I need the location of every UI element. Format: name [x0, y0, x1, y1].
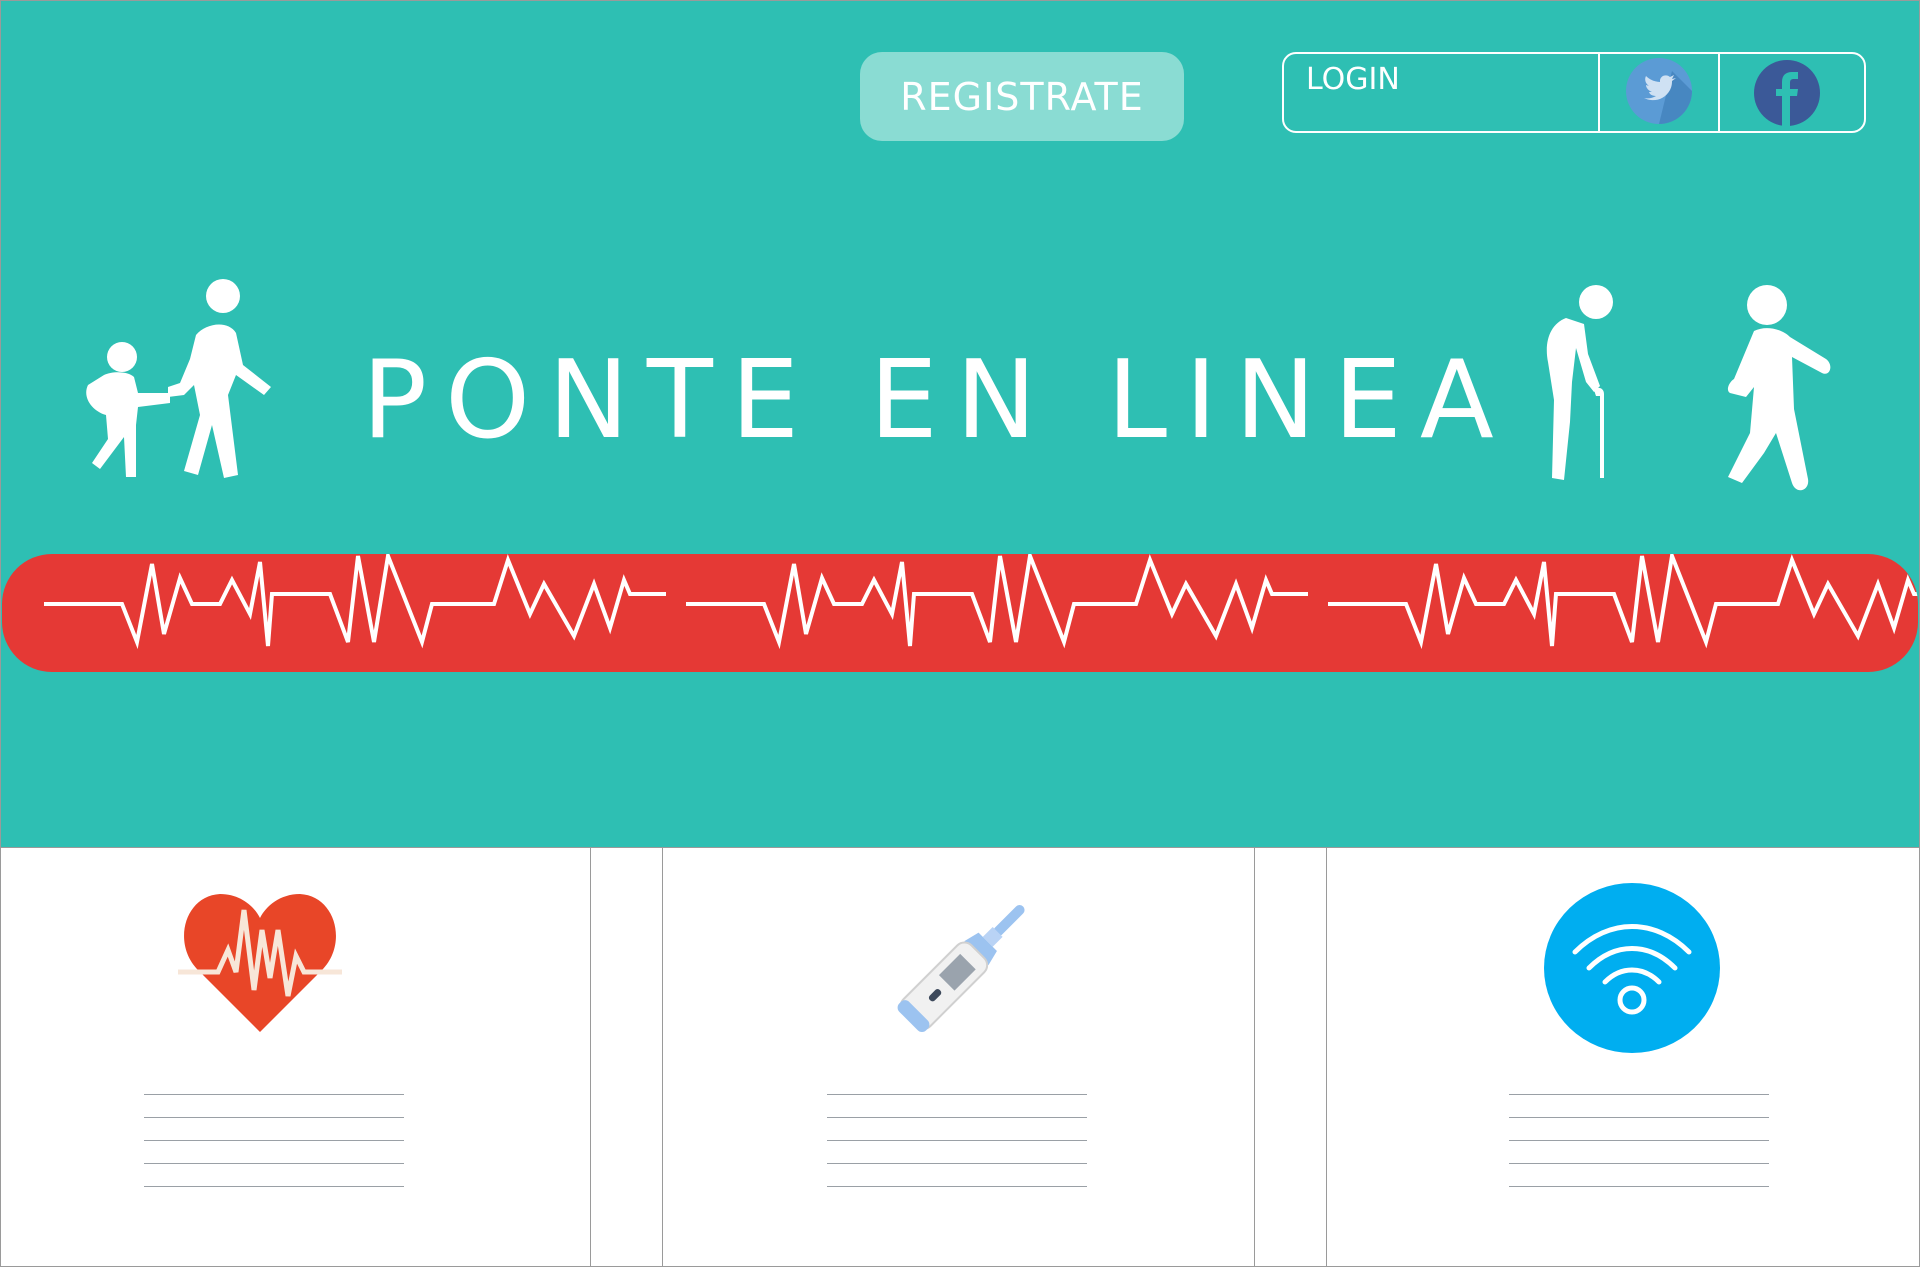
adult-helping-child-icon — [78, 275, 278, 489]
hero-title: PONTE EN LINEA — [362, 338, 1512, 463]
column-divider — [590, 848, 591, 1267]
heartbeat-banner — [2, 554, 1918, 672]
column-divider — [1254, 848, 1255, 1267]
feature-card-thermometer — [663, 848, 1253, 1266]
register-button-label: REGISTRATE — [900, 74, 1144, 119]
feature-card-heart — [0, 848, 590, 1266]
heartbeat-line-icon — [42, 554, 1918, 648]
feature-text-lines — [827, 1094, 1087, 1194]
feature-card-wifi — [1327, 848, 1917, 1266]
walking-person-icon — [1720, 283, 1840, 502]
login-link[interactable]: LOGIN — [1306, 62, 1400, 97]
feature-text-lines — [1509, 1094, 1769, 1194]
wifi-icon — [1543, 882, 1721, 1058]
heart-pulse-icon — [178, 890, 342, 1040]
login-divider — [1598, 53, 1600, 132]
social-divider — [1718, 53, 1720, 132]
feature-text-lines — [144, 1094, 404, 1194]
digital-thermometer-icon — [883, 888, 1043, 1052]
login-bar: LOGIN — [1282, 52, 1866, 133]
facebook-icon[interactable] — [1754, 60, 1820, 126]
elderly-person-with-cane-icon — [1526, 282, 1616, 486]
register-button[interactable]: REGISTRATE — [860, 52, 1184, 141]
twitter-icon[interactable] — [1626, 58, 1692, 124]
